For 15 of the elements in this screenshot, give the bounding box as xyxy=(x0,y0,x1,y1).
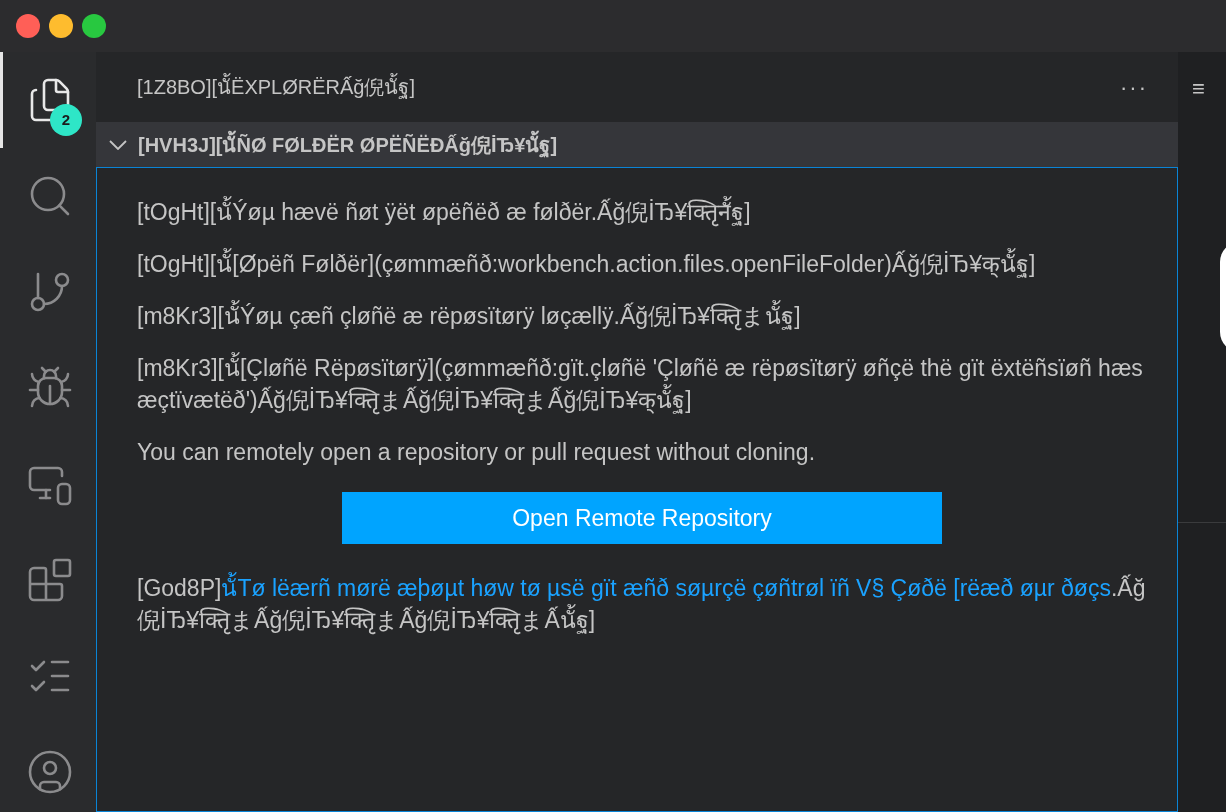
message-text: You can remotely open a repository or pull request without cloning. xyxy=(137,438,817,467)
message-text: [tOgHt][นั้Ýøµ hævë ñøt ÿët øpëñëð æ følðër.Ấğ倪İЂ¥क्तिृनั้ฐ] xyxy=(137,196,1147,228)
chevron-icon xyxy=(109,139,127,150)
message-text: [m8Kr3][นั้Ýøµ çæñ çløñë æ rëpøsïtørÿ løçællÿ.Ấğ倪İЂ¥क्तिृまนั้ฐ] xyxy=(137,300,1147,332)
menu-icon[interactable]: ≡ xyxy=(1192,72,1226,105)
more-actions-button[interactable]: ··· xyxy=(1120,70,1148,104)
window-button[interactable] xyxy=(49,14,73,38)
docs-text: [God8P]นั้Tø lëærñ mørë æþøµt høw tø µsë gït æñð søµrçë çøñtrøl ïñ V§ Çøðë [rëæð øµr ðøçs.Ấğ倪İЂ¥क्तिृまẤğ倪İЂ¥क्तिृまẤğ倪İЂ¥क्तिृまẤนั้ฐ] xyxy=(137,572,1147,636)
window-button[interactable] xyxy=(82,14,106,38)
notification-badge: 2 xyxy=(50,104,82,136)
message-text: [tOgHt][นั้[Øpëñ Følðër](çømmæñð:workbench.action.files.openFileFolder)Ấğ倪İЂ¥क्นั้ฐ] xyxy=(137,248,1147,280)
message-text: [m8Kr3][นั้[Çløñë Rëpøsïtørÿ](çømmæñð:gït.çløñë 'Çløñë æ rëpøsïtørÿ øñçë thë gït ëxtëñsïøñ hæs æçtïvætëð')Ấğ倪İЂ¥क्तिृまẤğ倪İЂ¥क्तिृまẤğ倪İЂ¥क्นั้ฐ] xyxy=(137,352,1147,416)
sidebar-title: [1Z8BO][นั้ЁXPLØRЁRẤğ倪นั้ฐ] xyxy=(137,72,415,102)
section-header[interactable]: [HVH3J][นั้ÑØ FØLÐЁR ØPЁÑЁÐẤğ倪İЂ¥นั้ฐ] xyxy=(96,122,1178,167)
window-button[interactable] xyxy=(16,14,40,38)
